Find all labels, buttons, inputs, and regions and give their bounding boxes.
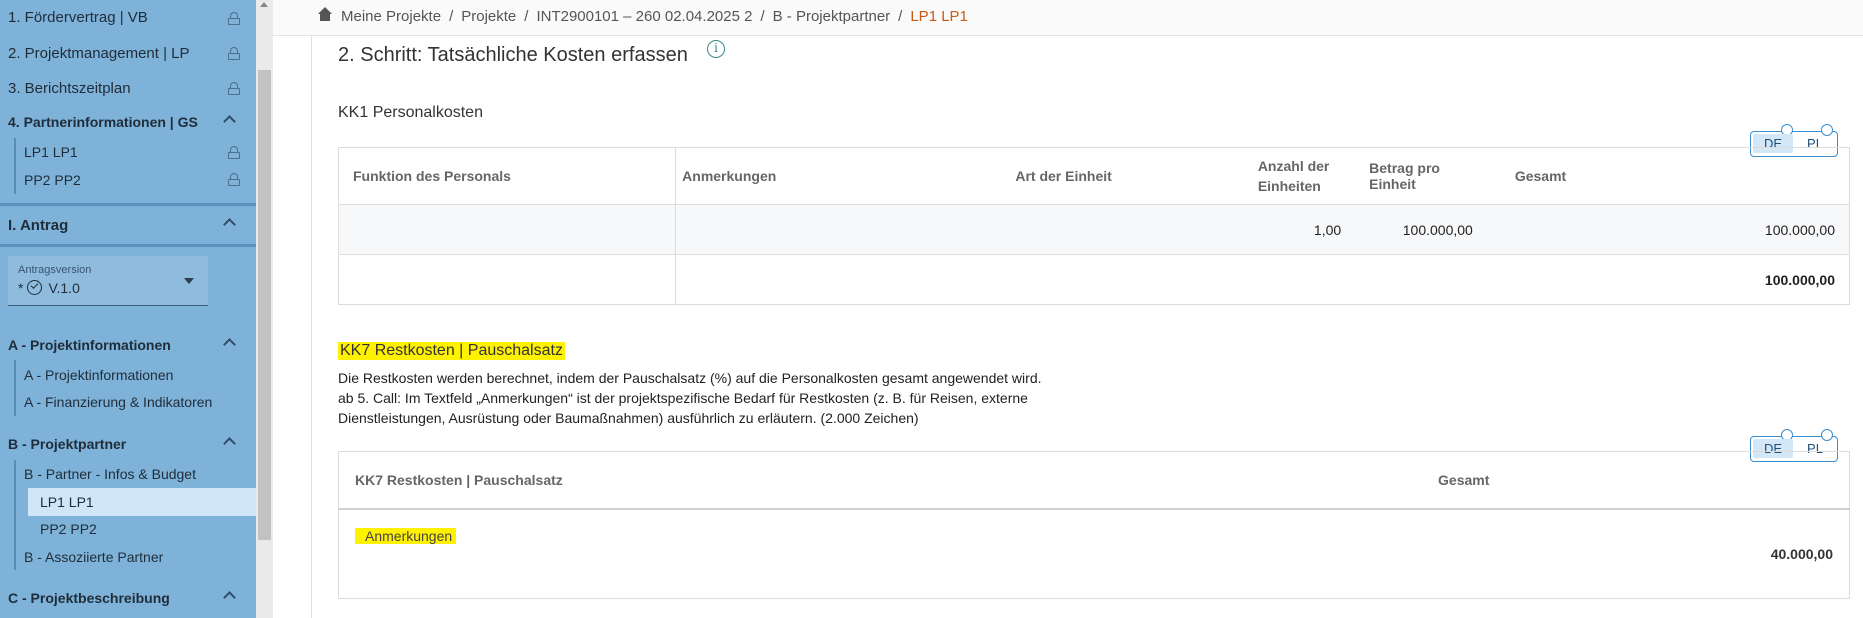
- column-header: Betrag pro Einheit: [1355, 147, 1501, 205]
- function-cell[interactable]: [337, 204, 677, 255]
- sidebar-item-label: B - Projektpartner: [8, 436, 127, 452]
- kk1-section-title: KK1 Personalkosten: [338, 104, 483, 121]
- kk7-table: KK7 Restkosten | Pauschalsatz Gesamt Anm…: [338, 451, 1850, 599]
- sidebar-item-lp1[interactable]: LP1 LP1: [24, 144, 256, 160]
- table-header-row: KK7 Restkosten | Pauschalsatz Gesamt: [338, 451, 1850, 510]
- sidebar-item-b-projektpartner[interactable]: B - Projektpartner: [8, 436, 256, 452]
- sidebar-divider: [0, 244, 256, 247]
- breadcrumb-item[interactable]: INT2900101 – 260 02.04.2025 2: [536, 8, 752, 25]
- home-icon[interactable]: [317, 7, 333, 22]
- scroll-thumb[interactable]: [258, 70, 271, 540]
- sidebar-item-label: 4. Partnerinformationen | GS: [8, 114, 198, 130]
- lock-icon: [228, 12, 240, 25]
- table-row: Anmerkungen 40.000,00: [338, 508, 1850, 599]
- breadcrumb: Meine Projekte / Projekte / INT2900101 – 260…: [341, 8, 968, 25]
- lock-icon: [228, 146, 240, 159]
- sidebar-item-antrag[interactable]: I. Antrag: [8, 217, 256, 234]
- table-row[interactable]: 1,00 100.000,00 100.000,00: [337, 204, 1850, 255]
- kk7-description-line: Die Restkosten werden berechnet, indem d…: [338, 370, 1042, 386]
- notes-field[interactable]: Anmerkungen: [338, 508, 1423, 599]
- lock-icon: [228, 47, 240, 60]
- lock-icon: [228, 82, 240, 95]
- kk7-section-title: KK7 Restkosten | Pauschalsatz: [338, 342, 565, 360]
- sum-total-cell: 100.000,00: [1500, 254, 1850, 305]
- sidebar-item-a-info[interactable]: A - Projektinformationen: [24, 367, 256, 383]
- sidebar: 1. Fördervertrag | VB 2. Projektmanageme…: [0, 0, 256, 618]
- submenu-border: [14, 460, 16, 570]
- sidebar-item-label: 3. Berichtszeitplan: [8, 80, 131, 97]
- column-header: Anzahl der Einheiten: [1243, 147, 1356, 205]
- check-circle-icon: [27, 280, 43, 295]
- column-header: Art der Einheit: [1001, 147, 1244, 205]
- version-label: Antragsversion: [18, 264, 92, 276]
- sidebar-item-label: PP2 PP2: [24, 172, 81, 188]
- kk1-table: Funktion des Personals Anmerkungen Art d…: [337, 147, 1850, 305]
- breadcrumb-separator: /: [760, 8, 765, 25]
- sidebar-item-label: A - Projektinformationen: [8, 337, 171, 353]
- column-header: Anmerkungen: [675, 147, 1002, 205]
- step-title: 2. Schritt: Tatsächliche Kosten erfassen: [338, 44, 688, 66]
- amount-cell[interactable]: 100.000,00: [1355, 204, 1501, 255]
- sidebar-item-projektmanagement[interactable]: 2. Projektmanagement | LP: [8, 45, 256, 62]
- sidebar-item-label: B - Partner - Infos & Budget: [24, 466, 196, 482]
- sidebar-item-label: I. Antrag: [8, 217, 69, 234]
- version-value: * V.1.0: [18, 280, 80, 296]
- sidebar-item-pp2[interactable]: PP2 PP2: [24, 172, 256, 188]
- breadcrumb-item[interactable]: Projekte: [461, 8, 516, 25]
- breadcrumb-separator: /: [449, 8, 454, 25]
- sidebar-item-c-projektbeschreibung[interactable]: C - Projektbeschreibung: [8, 590, 256, 606]
- submenu-border: [14, 138, 16, 194]
- kk7-description: Die Restkosten werden berechnet, indem d…: [338, 368, 1098, 428]
- sidebar-item-label: C - Projektbeschreibung: [8, 590, 170, 606]
- unit-type-cell[interactable]: [1001, 204, 1244, 255]
- column-header: Gesamt: [1500, 147, 1850, 205]
- breadcrumb-bar: Meine Projekte / Projekte / INT2900101 – 260…: [273, 0, 1863, 36]
- notes-label[interactable]: Anmerkungen: [355, 527, 457, 544]
- sidebar-item-label: 1. Fördervertrag | VB: [8, 9, 148, 26]
- sidebar-item-a-projektinformationen[interactable]: A - Projektinformationen: [8, 337, 256, 353]
- info-icon[interactable]: i: [707, 40, 725, 58]
- sidebar-divider: [0, 203, 256, 206]
- kk7-total-cell: 40.000,00: [1422, 508, 1850, 599]
- sidebar-item-berichtszeitplan[interactable]: 3. Berichtszeitplan: [8, 80, 256, 97]
- scroll-up-arrow-icon[interactable]: [260, 2, 268, 7]
- sidebar-item-label: LP1 LP1: [40, 494, 94, 510]
- column-header: Gesamt: [1422, 451, 1850, 510]
- sidebar-item-partnerinformationen[interactable]: 4. Partnerinformationen | GS: [8, 114, 256, 130]
- version-select[interactable]: Antragsversion * V.1.0: [8, 256, 208, 306]
- notes-cell[interactable]: [675, 204, 1002, 255]
- breadcrumb-separator: /: [898, 8, 903, 25]
- sum-empty-cell: [675, 254, 1501, 305]
- column-header: KK7 Restkosten | Pauschalsatz: [338, 451, 1423, 510]
- breadcrumb-item[interactable]: B - Projektpartner: [773, 8, 891, 25]
- breadcrumb-separator: /: [524, 8, 529, 25]
- caret-down-icon[interactable]: [184, 278, 194, 284]
- sidebar-item-label: A - Projektinformationen: [24, 367, 174, 383]
- sidebar-item-label: A - Finanzierung & Indikatoren: [24, 394, 213, 410]
- sidebar-item-label: B - Assoziierte Partner: [24, 549, 164, 565]
- version-prefix: *: [18, 280, 24, 296]
- total-cell: 100.000,00: [1500, 204, 1850, 255]
- sidebar-item-a-finanzierung[interactable]: A - Finanzierung & Indikatoren: [24, 394, 256, 410]
- sidebar-scrollbar[interactable]: [256, 0, 273, 618]
- breadcrumb-current: LP1 LP1: [910, 8, 968, 25]
- table-header-row: Funktion des Personals Anmerkungen Art d…: [337, 147, 1850, 205]
- lock-icon: [228, 173, 240, 186]
- submenu-border: [14, 360, 16, 416]
- sidebar-item-b-partner-infos[interactable]: B - Partner - Infos & Budget: [24, 466, 256, 482]
- sidebar-item-b-pp2[interactable]: PP2 PP2: [40, 521, 256, 537]
- sidebar-item-label: 2. Projektmanagement | LP: [8, 45, 190, 62]
- sidebar-item-label: PP2 PP2: [40, 521, 97, 537]
- sidebar-item-b-assoziierte[interactable]: B - Assoziierte Partner: [24, 549, 256, 565]
- column-header: Funktion des Personals: [337, 147, 677, 205]
- sidebar-item-b-lp1[interactable]: LP1 LP1: [40, 494, 256, 510]
- breadcrumb-item[interactable]: Meine Projekte: [341, 8, 441, 25]
- kk7-description-line: ab 5. Call: Im Textfeld „Anmerkungen“ is…: [338, 390, 1028, 426]
- sum-row: 100.000,00: [337, 254, 1850, 305]
- sum-empty-cell: [337, 254, 677, 305]
- count-cell[interactable]: 1,00: [1243, 204, 1356, 255]
- sidebar-item-label: LP1 LP1: [24, 144, 78, 160]
- version-number: V.1.0: [48, 280, 80, 296]
- sidebar-item-foerdervertrag[interactable]: 1. Fördervertrag | VB: [8, 9, 256, 26]
